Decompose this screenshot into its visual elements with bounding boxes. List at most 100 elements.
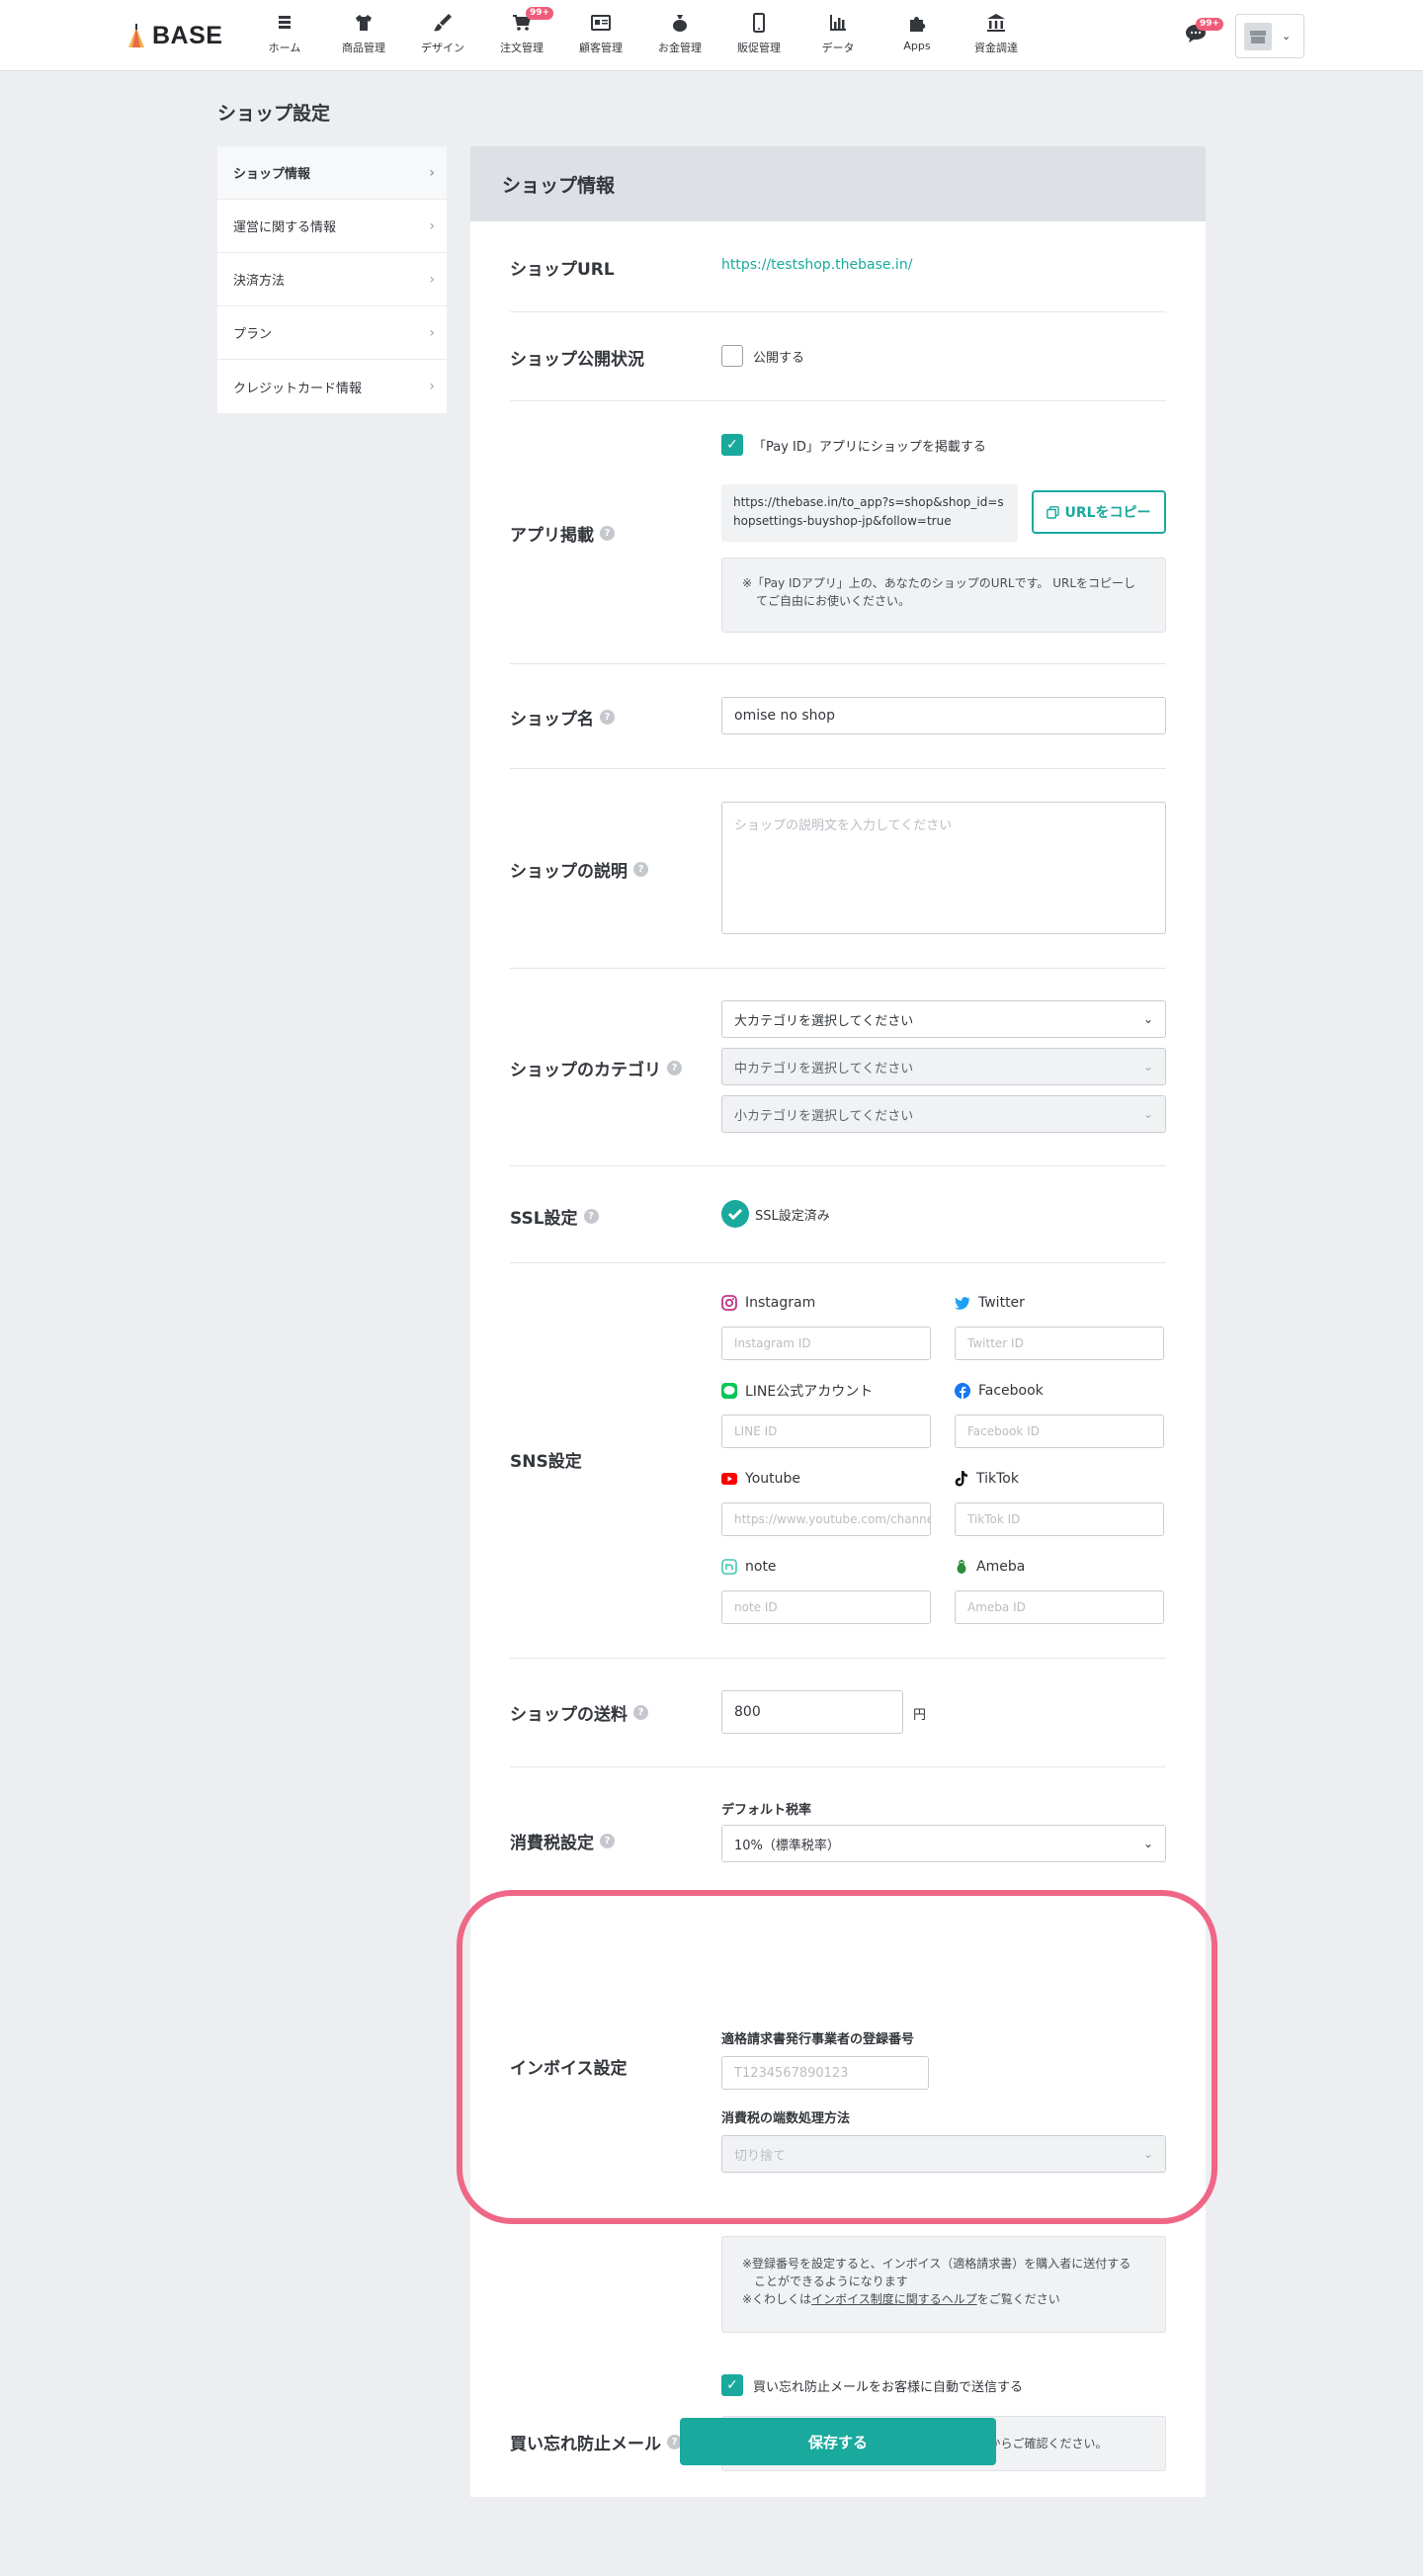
sns-name-text: Instagram xyxy=(745,1295,816,1311)
row-label-text: ショップの説明 xyxy=(510,862,628,882)
twitter-input[interactable]: Twitter ID xyxy=(955,1327,1164,1360)
sns-line: LINE公式アカウント LINE ID xyxy=(721,1381,931,1448)
reminder-checkbox-row[interactable]: ✓ 買い忘れ防止メールをお客様に自動で送信する xyxy=(721,2374,1023,2396)
shipping-input[interactable]: 800 xyxy=(721,1690,903,1734)
id-card-icon xyxy=(591,15,611,31)
tax-label: 消費税設定? xyxy=(510,1829,615,1853)
sns-name: Ameba xyxy=(955,1557,1164,1577)
nav-label: 顧客管理 xyxy=(579,42,623,54)
description-textarea[interactable]: ショップの説明文を入力してください xyxy=(721,802,1166,934)
note-text: をご覧ください xyxy=(976,2292,1060,2306)
help-icon[interactable]: ? xyxy=(583,1209,599,1224)
default-tax-select[interactable]: 10%（標準税率） ⌄ xyxy=(721,1825,1166,1862)
ssl-row: SSL設定? SSL設定済み xyxy=(510,1166,1166,1263)
instagram-icon xyxy=(721,1295,737,1311)
nav-item-home[interactable]: ホーム xyxy=(245,10,324,61)
nav-item-apps[interactable]: Apps xyxy=(878,10,957,61)
money-bag-icon xyxy=(673,15,687,32)
shop-name-input[interactable]: omise no shop xyxy=(721,697,1166,734)
side-item-operation-info[interactable]: 運営に関する情報 › xyxy=(217,200,447,253)
row-label-text: SSL設定 xyxy=(510,1209,578,1229)
nav-item-data[interactable]: データ xyxy=(798,10,878,61)
reminder-checkbox[interactable]: ✓ xyxy=(721,2374,743,2396)
nav-item-orders[interactable]: 99+ 注文管理 xyxy=(482,7,561,61)
side-item-shop-info[interactable]: ショップ情報 › xyxy=(217,146,447,200)
payid-checkbox[interactable]: ✓ xyxy=(721,434,743,456)
ameba-input[interactable]: Ameba ID xyxy=(955,1590,1164,1624)
twitter-icon xyxy=(955,1297,970,1310)
ssl-label: SSL設定? xyxy=(510,1204,599,1229)
small-category-select[interactable]: 小カテゴリを選択してください ⌄ xyxy=(721,1095,1166,1133)
tiktok-input[interactable]: TikTok ID xyxy=(955,1503,1164,1536)
rounding-method-select[interactable]: 切り捨て ⌄ xyxy=(721,2135,1166,2173)
note-text: ※くわしくは xyxy=(742,2292,812,2306)
row-label-text: 消費税設定 xyxy=(510,1834,594,1853)
shipping-label: ショップの送料? xyxy=(510,1700,648,1725)
sns-name: Youtube xyxy=(721,1469,931,1489)
help-icon[interactable]: ? xyxy=(667,1061,682,1075)
sns-name: Instagram xyxy=(721,1293,931,1313)
medium-category-select[interactable]: 中カテゴリを選択してください ⌄ xyxy=(721,1048,1166,1085)
note-line: ※登録番号を設定すると、インボイス（適格請求書）を購入者に送付する xyxy=(742,2257,1131,2271)
help-icon[interactable]: ? xyxy=(633,862,648,877)
help-icon[interactable]: ? xyxy=(633,1705,648,1720)
select-value: 10%（標準税率） xyxy=(734,1838,840,1853)
puzzle-icon xyxy=(910,17,926,32)
help-icon[interactable]: ? xyxy=(600,710,615,725)
note-input[interactable]: note ID xyxy=(721,1590,931,1624)
select-value: 大カテゴリを選択してください xyxy=(734,1013,914,1029)
page-title: ショップ設定 xyxy=(217,103,331,125)
facebook-input[interactable]: Facebook ID xyxy=(955,1415,1164,1448)
base-logo[interactable]: BASE xyxy=(126,22,222,50)
publish-checkbox[interactable] xyxy=(721,345,743,367)
payid-checkbox-row[interactable]: ✓ 「Pay ID」アプリにショップを掲載する xyxy=(721,434,986,456)
sns-twitter: Twitter Twitter ID xyxy=(955,1293,1164,1360)
side-item-plan[interactable]: プラン › xyxy=(217,306,447,360)
copy-url-button[interactable]: URLをコピー xyxy=(1032,490,1166,534)
help-icon[interactable]: ? xyxy=(600,1834,615,1848)
payid-checkbox-label: 「Pay ID」アプリにショップを掲載する xyxy=(753,439,986,455)
chevron-down-icon: ⌄ xyxy=(1282,30,1292,43)
ameba-icon xyxy=(957,1560,966,1574)
app-url-box[interactable]: https://thebase.in/to_app?s=shop&shop_id… xyxy=(721,484,1018,542)
copy-icon xyxy=(1046,505,1060,519)
sns-name-text: TikTok xyxy=(976,1471,1019,1487)
nav-item-promotion[interactable]: 販促管理 xyxy=(719,10,798,61)
save-button[interactable]: 保存する xyxy=(680,2418,996,2465)
description-label: ショップの説明? xyxy=(510,857,648,882)
side-item-payment[interactable]: 決済方法 › xyxy=(217,253,447,306)
instagram-input[interactable]: Instagram ID xyxy=(721,1327,931,1360)
shop-url-link[interactable]: https://testshop.thebase.in/ xyxy=(721,257,912,273)
chat-button[interactable]: 99+ xyxy=(1184,18,1224,45)
invoice-help-link[interactable]: インボイス制度に関するヘルプ xyxy=(811,2292,977,2306)
side-item-label: 運営に関する情報 xyxy=(233,220,337,235)
row-label-text: SNS設定 xyxy=(510,1452,582,1472)
shop-avatar xyxy=(1244,22,1272,50)
logo-mark-icon xyxy=(128,23,144,47)
nav-label: お金管理 xyxy=(658,42,702,54)
nav-item-customers[interactable]: 顧客管理 xyxy=(561,10,640,61)
publish-checkbox-row[interactable]: 公開する xyxy=(721,345,804,367)
side-item-credit-card[interactable]: クレジットカード情報 › xyxy=(217,360,447,413)
line-input[interactable]: LINE ID xyxy=(721,1415,931,1448)
nav-item-money[interactable]: お金管理 xyxy=(640,10,719,61)
select-value: 中カテゴリを選択してください xyxy=(734,1061,914,1076)
nav-item-design[interactable]: デザイン xyxy=(403,10,482,61)
invoice-label: インボイス設定 xyxy=(510,2054,628,2079)
sns-label: SNS設定 xyxy=(510,1447,582,1472)
side-item-label: 決済方法 xyxy=(233,274,286,289)
shop-switcher[interactable]: ⌄ xyxy=(1235,14,1304,58)
nav-item-funding[interactable]: 資金調達 xyxy=(957,10,1036,61)
nav-item-products[interactable]: 商品管理 xyxy=(324,10,403,61)
sns-row: SNS設定 Instagram Instagram ID Twitter Twi… xyxy=(510,1263,1166,1659)
help-icon[interactable]: ? xyxy=(600,526,615,541)
youtube-input[interactable]: https://www.youtube.com/channel/UC xyxy=(721,1503,931,1536)
registration-number-input[interactable]: T1234567890123 xyxy=(721,2056,929,2090)
shop-url-row: ショップURL https://testshop.thebase.in/ xyxy=(510,221,1166,312)
sns-tiktok: TikTok TikTok ID xyxy=(955,1469,1164,1536)
chat-badge: 99+ xyxy=(1196,18,1224,31)
row-label-text: インボイス設定 xyxy=(510,2059,628,2079)
shop-url-label: ショップURL xyxy=(510,255,615,280)
large-category-select[interactable]: 大カテゴリを選択してください ⌄ xyxy=(721,1000,1166,1038)
app-listing-note: ※「Pay IDアプリ」上の、あなたのショップのURLです。 URLをコピーし … xyxy=(721,558,1166,633)
